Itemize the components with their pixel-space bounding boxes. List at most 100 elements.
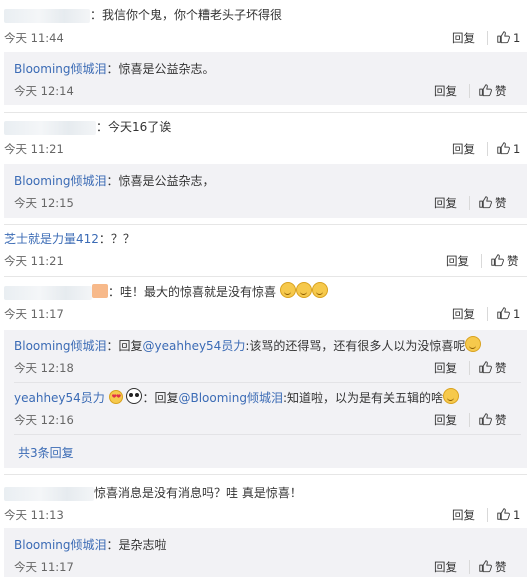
reply-box: Blooming倾城泪：惊喜是公益杂志， 今天 12:15 回复 赞 [4,164,527,218]
like-button[interactable]: 赞 [478,559,507,575]
comment-text: ：我信你个鬼，你个糟老头子坏得很 [90,8,283,22]
divider [481,254,482,268]
thumbs-up-icon [496,30,510,44]
reply-button[interactable]: 回复 [434,559,457,575]
comment-divider [4,112,527,113]
reply-username[interactable]: yeahhey54员力 [14,391,105,405]
comment-username[interactable]: 芝士就是力量412 [4,232,99,246]
comment-time: 今天 11:17 [4,307,64,321]
reply-time: 今天 12:18 [14,361,74,375]
like-label: 赞 [495,361,507,375]
thumbs-up-icon [478,83,492,97]
like-button[interactable]: 1 [496,507,520,523]
reply-box: Blooming倾城泪：惊喜是公益杂志。 今天 12:14 回复 赞 [4,52,527,105]
like-button[interactable]: 赞 [478,412,507,428]
grin-emoji-icon [295,282,312,298]
comment: ：今天16了诶 今天 11:21 回复 1 [0,114,527,164]
reply-button[interactable]: 回复 [434,412,457,428]
like-button[interactable]: 1 [496,141,520,157]
reply-thread: Blooming倾城泪 ：回复 @yeahhey54员力:该骂的还得骂，还有很多人以… [4,330,527,468]
like-button[interactable]: 1 [496,306,520,322]
reply-divider [14,382,521,383]
reply-text: :该骂的还得骂，还有很多人以为没惊喜呢 [245,339,466,353]
reply-button[interactable]: 回复 [446,253,469,269]
comment-divider [4,276,527,277]
reply-prefix: ：回复 [142,391,179,405]
thumbs-up-icon [496,141,510,155]
divider [487,508,488,522]
grin-emoji-icon [279,282,296,298]
panda-emoji-icon [126,388,143,404]
like-button[interactable]: 赞 [478,195,507,211]
comment: 芝士就是力量412：？？ 今天 11:21 回复 赞 [0,226,527,274]
like-count: 1 [513,508,521,522]
comment: 惊喜消息是没有消息吗？哇 真是惊喜！ 今天 11:13 回复 1 [0,478,527,528]
divider [469,413,470,427]
like-label: 赞 [507,254,519,268]
mention-link[interactable]: @Blooming倾城泪 [178,391,283,405]
reply-username[interactable]: Blooming倾城泪 [14,538,107,552]
blurred-username [4,120,96,135]
reply-button[interactable]: 回复 [452,306,475,322]
thumbs-up-icon [478,559,492,573]
comment: ：哇！最大的惊喜就是没有惊喜 今天 11:17 回复 1 [0,278,527,328]
divider [487,307,488,321]
like-count: 1 [513,142,521,156]
thumbs-up-icon [490,253,504,267]
reply-username[interactable]: Blooming倾城泪 [14,62,107,76]
like-count: 1 [513,31,521,45]
comment-text: ：今天16了诶 [96,120,172,134]
grin-emoji-icon [311,282,328,298]
like-button[interactable]: 赞 [478,83,507,99]
thumbs-up-icon [478,412,492,426]
divider [469,361,470,375]
thumbs-up-icon [478,360,492,374]
like-label: 赞 [495,413,507,427]
thumbs-up-icon [496,507,510,521]
view-more-replies-link[interactable]: 共3条回复 [18,444,74,461]
comment-time: 今天 11:21 [4,142,64,156]
like-count: 1 [513,307,521,321]
divider [487,142,488,156]
reply-button[interactable]: 回复 [452,30,475,46]
reply-button[interactable]: 回复 [434,360,457,376]
divider [487,31,488,45]
reply-button[interactable]: 回复 [434,195,457,211]
mention-link[interactable]: @yeahhey54员力 [143,339,246,353]
like-button[interactable]: 赞 [490,253,519,269]
like-label: 赞 [495,84,507,98]
divider [469,196,470,210]
reply-button[interactable]: 回复 [452,507,475,523]
reply-username[interactable]: Blooming倾城泪 [14,174,107,188]
reply-button[interactable]: 回复 [452,141,475,157]
comment-divider [4,474,527,475]
like-button[interactable]: 1 [496,30,520,46]
comment-time: 今天 11:44 [4,31,64,45]
reply-username[interactable]: Blooming倾城泪 [14,339,107,353]
comment-text: ：？？ [98,232,135,246]
reply-text: :知道啦，以为是有关五辑的啥 [282,391,444,405]
reply-text: ：惊喜是公益杂志。 [106,62,215,76]
blurred-username [4,486,94,501]
like-button[interactable]: 赞 [478,360,507,376]
comment-text: 惊喜消息是没有消息吗？哇 真是惊喜！ [94,486,302,500]
comment-text: ：哇！最大的惊喜就是没有惊喜 [108,285,277,299]
reply-time: 今天 12:16 [14,413,74,427]
comment-time: 今天 11:21 [4,254,64,268]
thumbs-up-icon [496,306,510,320]
reply-time: 今天 11:17 [14,560,74,574]
reply-button[interactable]: 回复 [434,83,457,99]
blurred-username [4,285,92,300]
comment-time: 今天 11:13 [4,508,64,522]
like-label: 赞 [495,560,507,574]
reply-text: ：是杂志啦 [106,538,167,552]
reply-text: ：惊喜是公益杂志， [106,174,215,188]
like-label: 赞 [495,196,507,210]
laugh-cry-emoji-icon [443,388,460,404]
comment: ：我信你个鬼，你个糟老头子坏得很 今天 11:44 回复 1 [0,0,527,52]
blurred-username [4,8,90,23]
divider [469,84,470,98]
thumbs-up-icon [478,195,492,209]
laugh-cry-emoji-icon [465,336,482,352]
reply-time: 今天 12:14 [14,84,74,98]
